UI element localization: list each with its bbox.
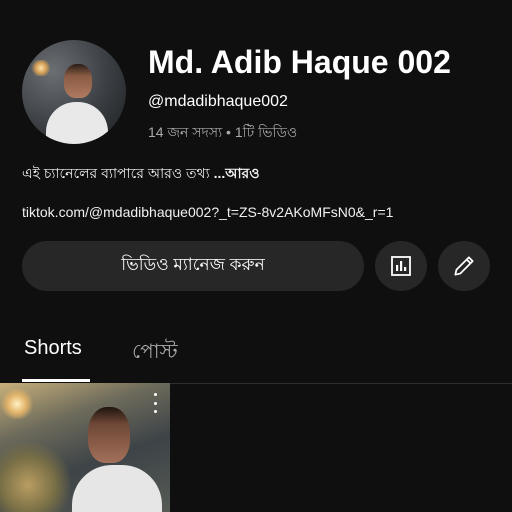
- channel-meta: 14 জন সদস্য • 1টি ভিডিও: [148, 124, 298, 140]
- short-thumbnail[interactable]: [0, 383, 170, 512]
- edit-button[interactable]: [438, 241, 490, 291]
- channel-link[interactable]: tiktok.com/@mdadibhaque002?_t=ZS-8v2AKoM…: [22, 204, 393, 220]
- more-options-icon[interactable]: [148, 393, 162, 413]
- thumbnail-face: [88, 407, 130, 463]
- tab-shorts[interactable]: Shorts: [24, 337, 82, 360]
- avatar-shirt: [46, 102, 108, 144]
- channel-tabs: Shorts পোস্ট: [0, 325, 512, 384]
- description-text: এই চ্যানেলের ব্যাপারে আরও তথ্য: [22, 165, 214, 181]
- tab-selected-indicator: [22, 379, 90, 382]
- analytics-button[interactable]: [375, 241, 427, 291]
- thumbnail-foliage: [0, 443, 70, 512]
- tab-posts[interactable]: পোস্ট: [132, 337, 178, 370]
- channel-avatar[interactable]: [22, 40, 126, 144]
- avatar-background-light: [30, 60, 52, 76]
- manage-videos-button[interactable]: ভিডিও ম্যানেজ করুন: [22, 241, 364, 291]
- channel-name: Md. Adib Haque 002: [148, 44, 451, 80]
- thumbnail-shirt: [72, 465, 162, 512]
- analytics-icon: [391, 256, 411, 276]
- pencil-icon: [454, 256, 474, 276]
- more-link[interactable]: ...আরও: [214, 165, 260, 181]
- channel-description[interactable]: এই চ্যানেলের ব্যাপারে আরও তথ্য ...আরও: [22, 162, 260, 186]
- avatar-face: [64, 64, 92, 98]
- thumbnail-lamp-light: [0, 389, 34, 419]
- channel-handle: @mdadibhaque002: [148, 93, 288, 110]
